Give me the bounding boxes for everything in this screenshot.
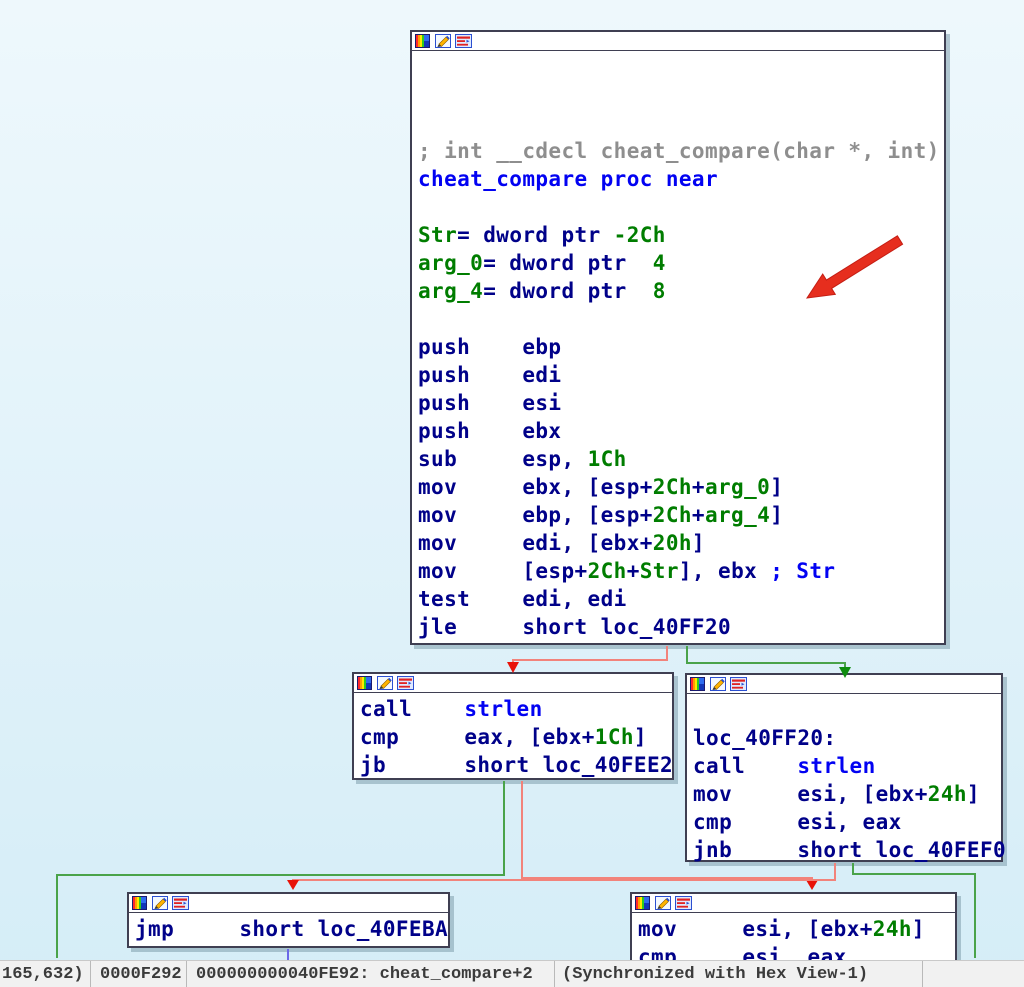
group-node-icon[interactable] <box>172 896 188 910</box>
group-node-icon[interactable] <box>730 677 746 691</box>
graph-canvas[interactable]: ; int __cdecl cheat_compare(char *, int)… <box>0 0 1024 987</box>
edge-entry-to-locff20-green <box>687 646 845 668</box>
code-line: cmp esi, eax <box>693 808 1001 836</box>
code-line: sub esp, 1Ch <box>418 445 944 473</box>
edit-node-icon[interactable] <box>655 896 671 910</box>
code-line <box>693 696 1001 724</box>
graph-node-entry[interactable]: ; int __cdecl cheat_compare(char *, int)… <box>410 30 946 645</box>
group-node-icon[interactable] <box>397 676 413 690</box>
node-color-icon[interactable] <box>357 676 373 690</box>
edit-node-icon[interactable] <box>710 677 726 691</box>
node-code: loc_40FF20:call strlenmov esi, [ebx+24h]… <box>687 694 1001 864</box>
node-titlebar <box>412 32 944 51</box>
node-color-icon[interactable] <box>690 677 706 691</box>
status-bar: 165,632) 0000F292 000000000040FE92: chea… <box>0 960 1024 987</box>
code-line: cheat_compare proc near <box>418 165 944 193</box>
code-line: jle short loc_40FF20 <box>418 613 944 641</box>
code-line: mov [esp+2Ch+Str], ebx ; Str <box>418 557 944 585</box>
group-node-icon[interactable] <box>455 34 471 48</box>
node-color-icon[interactable] <box>132 896 148 910</box>
edge-arrowhead-red <box>287 880 299 890</box>
code-line: call strlen <box>693 752 1001 780</box>
graph-node-loc-40ff20[interactable]: loc_40FF20:call strlenmov esi, [ebx+24h]… <box>685 673 1003 862</box>
node-titlebar <box>354 674 672 693</box>
code-line: jmp short loc_40FEBA <box>135 915 448 943</box>
edge-locff20-to-jmp-red <box>293 863 835 881</box>
node-color-icon[interactable] <box>415 34 431 48</box>
status-coords: 165,632) <box>0 961 91 987</box>
node-code: ; int __cdecl cheat_compare(char *, int)… <box>412 51 944 641</box>
code-line: mov esi, [ebx+24h] <box>638 915 955 943</box>
code-line: push edi <box>418 361 944 389</box>
status-address: 000000000040FE92: cheat_compare+2 <box>187 961 555 987</box>
graph-node-jmp[interactable]: jmp short loc_40FEBA <box>127 892 450 948</box>
code-line <box>418 53 944 81</box>
code-line: ; int __cdecl cheat_compare(char *, int) <box>418 137 944 165</box>
code-line: jnb short loc_40FEF0 <box>693 836 1001 864</box>
code-line <box>418 193 944 221</box>
code-line: push ebp <box>418 333 944 361</box>
code-line: loc_40FF20: <box>693 724 1001 752</box>
node-color-icon[interactable] <box>635 896 651 910</box>
code-line: push ebx <box>418 417 944 445</box>
code-line <box>418 109 944 137</box>
code-line: cmp eax, [ebx+1Ch] <box>360 723 672 751</box>
graph-node-strlen-cmp[interactable]: call strlencmp eax, [ebx+1Ch]jb short lo… <box>352 672 674 780</box>
code-line: test edi, edi <box>418 585 944 613</box>
node-titlebar <box>632 894 955 913</box>
status-spacer <box>923 961 1024 987</box>
code-line: mov ebp, [esp+2Ch+arg_4] <box>418 501 944 529</box>
code-line: jb short loc_40FEE2 <box>360 751 672 779</box>
code-line: mov edi, [ebx+20h] <box>418 529 944 557</box>
code-line: call strlen <box>360 695 672 723</box>
node-code: jmp short loc_40FEBA <box>129 913 448 943</box>
code-line: mov esi, [ebx+24h] <box>693 780 1001 808</box>
status-sync: (Synchronized with Hex View-1) <box>555 961 923 987</box>
status-file-offset: 0000F292 <box>91 961 187 987</box>
code-line: arg_4= dword ptr 8 <box>418 277 944 305</box>
code-line: mov ebx, [esp+2Ch+arg_0] <box>418 473 944 501</box>
node-titlebar <box>687 675 1001 694</box>
node-code: call strlencmp eax, [ebx+1Ch]jb short lo… <box>354 693 672 779</box>
edit-node-icon[interactable] <box>377 676 393 690</box>
edge-arrowhead-red <box>806 880 818 890</box>
edit-node-icon[interactable] <box>152 896 168 910</box>
group-node-icon[interactable] <box>675 896 691 910</box>
code-line: Str= dword ptr -2Ch <box>418 221 944 249</box>
edit-node-icon[interactable] <box>435 34 451 48</box>
code-line <box>418 305 944 333</box>
code-line <box>418 81 944 109</box>
code-line: push esi <box>418 389 944 417</box>
graph-node-mov-cmp[interactable]: mov esi, [ebx+24h]cmp esi, eax <box>630 892 957 962</box>
code-line: arg_0= dword ptr 4 <box>418 249 944 277</box>
edge-entry-to-strlen-red <box>513 646 667 664</box>
node-titlebar <box>129 894 448 913</box>
